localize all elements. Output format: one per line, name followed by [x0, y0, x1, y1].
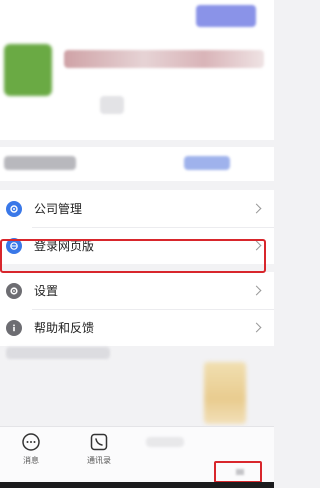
- tab-me-highlight[interactable]: [214, 461, 262, 483]
- company-row-blurred[interactable]: [0, 147, 274, 181]
- profile-name-blurred: [64, 50, 264, 68]
- blurred-text: [6, 347, 110, 359]
- chat-bubble-icon: [22, 433, 40, 451]
- company-action-blurred[interactable]: [184, 156, 230, 170]
- tab-contacts[interactable]: 通讯录: [74, 431, 124, 466]
- menu-item-company-management[interactable]: 公司管理: [0, 190, 274, 227]
- menu-item-label: 公司管理: [34, 202, 83, 216]
- home-indicator-bar: [0, 482, 274, 488]
- tab-label: 通讯录: [87, 456, 111, 465]
- tab-label: 消息: [23, 456, 39, 465]
- settings-gear-icon: [6, 282, 22, 299]
- avatar[interactable]: [4, 44, 52, 96]
- web-login-icon: [6, 237, 22, 254]
- menu-item-settings[interactable]: 设置: [0, 272, 274, 309]
- chevron-right-icon: [251, 285, 262, 296]
- menu-item-web-login[interactable]: 登录网页版: [0, 227, 274, 264]
- tab-workbench-blurred[interactable]: [146, 437, 184, 447]
- profile-subtitle-blurred: [100, 96, 124, 114]
- top-action-button-blurred[interactable]: [196, 5, 256, 27]
- tab-me-label-blurred: [236, 469, 244, 475]
- company-name-blurred: [4, 156, 76, 170]
- settings-menu: 公司管理 登录网页版 设置 帮助和反馈: [0, 190, 274, 346]
- bottom-tab-bar: 消息 通讯录: [0, 426, 274, 488]
- blurred-image: [204, 362, 246, 424]
- company-icon: [6, 200, 22, 217]
- phone-book-icon: [90, 433, 108, 451]
- tab-messages[interactable]: 消息: [6, 431, 56, 466]
- menu-item-label: 设置: [34, 284, 59, 298]
- info-icon: [6, 319, 22, 336]
- chevron-right-icon: [251, 322, 262, 333]
- profile-card[interactable]: [0, 0, 274, 140]
- menu-item-label: 登录网页版: [34, 239, 95, 253]
- menu-item-label: 帮助和反馈: [34, 321, 95, 335]
- chevron-right-icon: [251, 240, 262, 251]
- menu-item-help-feedback[interactable]: 帮助和反馈: [0, 309, 274, 346]
- chevron-right-icon: [251, 203, 262, 214]
